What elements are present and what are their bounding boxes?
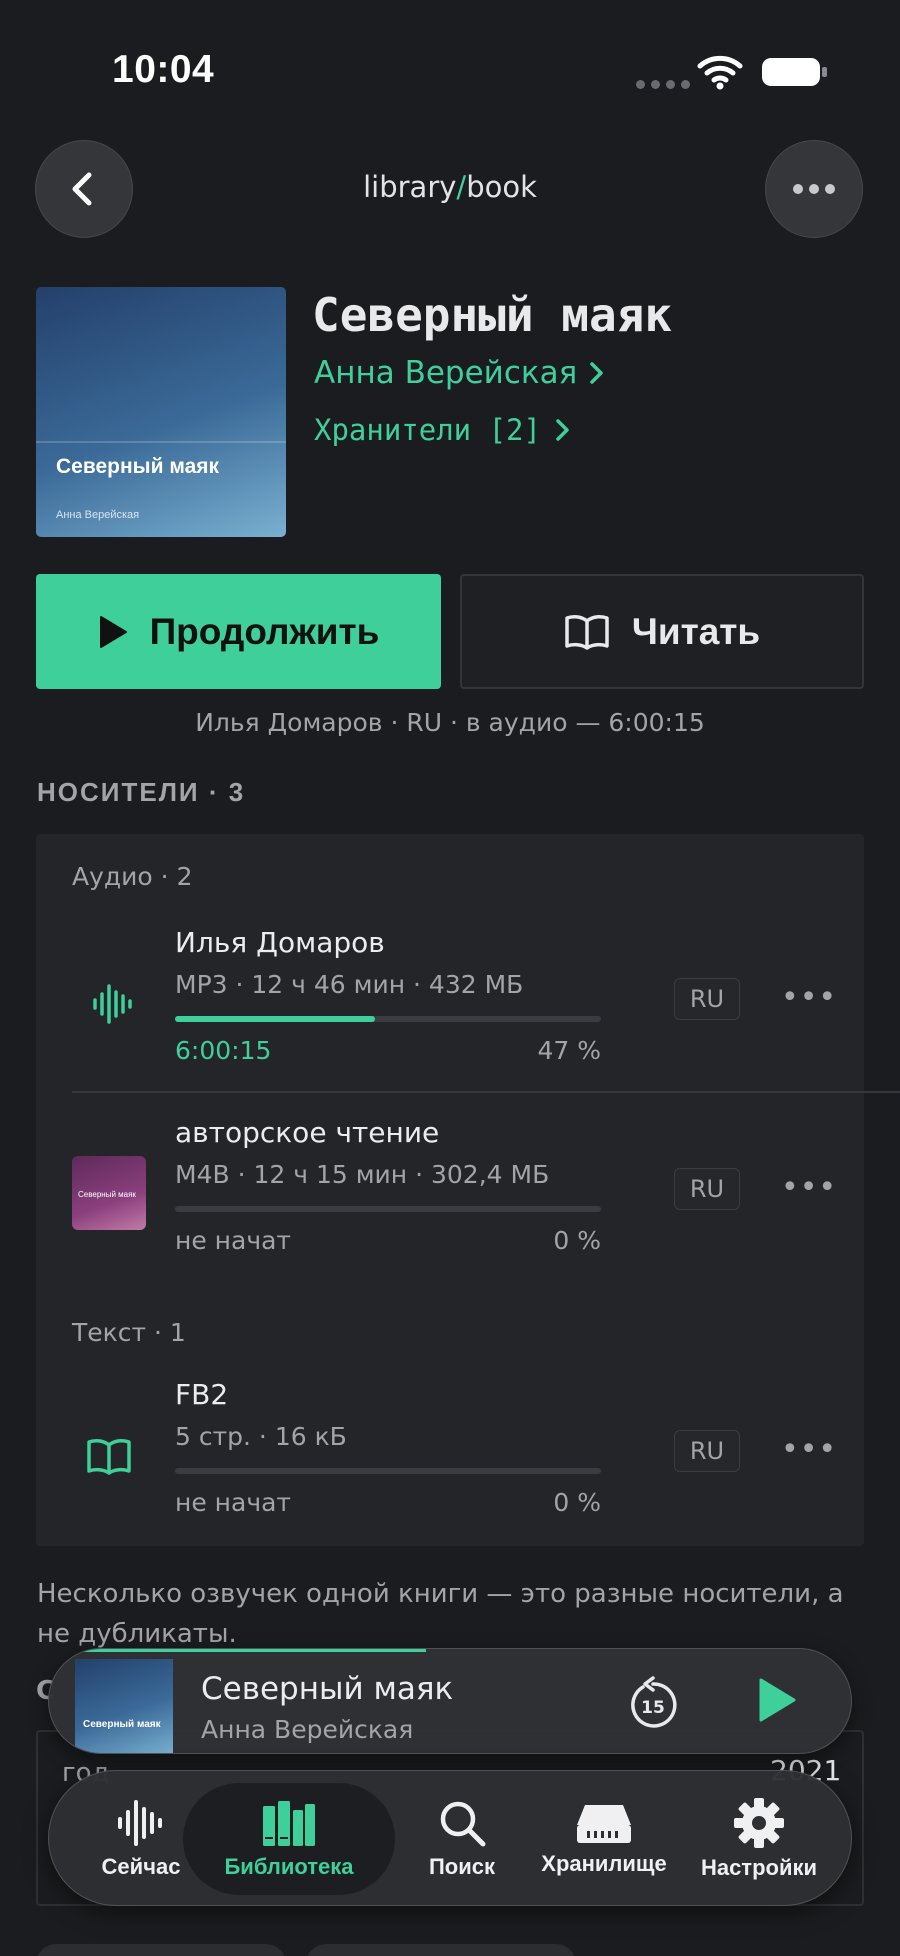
- media-row-position: 6:00:15: [175, 1036, 272, 1065]
- keepers-label: Хранители [2]: [314, 413, 541, 447]
- play-button[interactable]: [757, 1677, 797, 1727]
- breadcrumb-library[interactable]: library: [363, 170, 456, 204]
- tab-label: Настройки: [700, 1855, 818, 1880]
- mini-player-cover: Северный маяк: [75, 1659, 173, 1753]
- media-row[interactable]: Илья Домаров MP3 · 12 ч 46 мин · 432 МБ …: [36, 914, 864, 1114]
- media-row-progress: [175, 1468, 601, 1474]
- waveform-icon: [118, 1800, 162, 1846]
- gear-icon: [734, 1798, 784, 1848]
- media-row-cover: Северный маяк: [72, 1156, 146, 1230]
- media-row-title: FB2: [175, 1378, 229, 1411]
- tab-library[interactable]: Библиотека: [183, 1771, 395, 1907]
- skip-back-15-button[interactable]: 15: [627, 1675, 679, 1735]
- ellipsis-icon: [793, 184, 835, 194]
- tab-label: Сейчас: [101, 1854, 181, 1879]
- media-section-title: НОСИТЕЛИ · 3: [37, 777, 246, 807]
- waveform-icon: [92, 982, 132, 1030]
- group-label-audio: Аудио · 2: [72, 862, 193, 891]
- language-badge: RU: [674, 1168, 740, 1210]
- mini-cover-title: Северный маяк: [78, 1190, 136, 1199]
- status-time: 10:04: [112, 48, 215, 91]
- progress-fill: [175, 1016, 376, 1022]
- chip[interactable]: [306, 1944, 576, 1956]
- row-more-button[interactable]: •••: [781, 1170, 837, 1205]
- continue-label: Продолжить: [149, 610, 380, 652]
- tab-label: Библиотека: [224, 1854, 354, 1879]
- more-options-button[interactable]: [765, 140, 863, 238]
- author-name: Анна Верейская: [314, 355, 578, 391]
- book-open-icon: [565, 614, 609, 650]
- skip-seconds: 15: [641, 1698, 665, 1718]
- chevron-right-icon: [590, 362, 603, 384]
- breadcrumb-book: book: [466, 170, 537, 204]
- media-row-meta: M4B · 12 ч 15 мин · 302,4 МБ: [175, 1160, 550, 1189]
- wifi-icon: [696, 54, 744, 94]
- battery-icon: [760, 54, 830, 94]
- skip-back-icon: 15: [631, 1676, 677, 1728]
- play-icon: [99, 615, 127, 648]
- chevron-right-icon: [556, 419, 569, 441]
- language-badge: RU: [674, 978, 740, 1020]
- media-row-percent: 0 %: [553, 1488, 601, 1517]
- cover-author: Анна Верейская: [56, 509, 140, 521]
- storage-icon: [577, 1805, 631, 1843]
- media-row[interactable]: Северный маяк авторское чтение M4B · 12 …: [36, 1104, 864, 1304]
- book-open-icon: [86, 1438, 132, 1480]
- signal-dots-icon: [636, 80, 690, 89]
- tab-storage[interactable]: Хранилище: [509, 1771, 699, 1907]
- mini-player-cover-title: Северный маяк: [83, 1719, 161, 1730]
- media-row[interactable]: FB2 5 стр. · 16 кБ не начат 0 % RU •••: [36, 1368, 864, 1548]
- media-footnote: Несколько озвучек одной книги — это разн…: [37, 1579, 844, 1649]
- mini-player-title: Северный маяк: [201, 1671, 454, 1707]
- breadcrumb-separator: /: [456, 170, 467, 204]
- media-list-card: Аудио · 2 Илья Домаров MP3 · 12 ч 46 мин…: [36, 834, 900, 1548]
- cover-title: Северный маяк: [56, 455, 220, 478]
- book-title: Северный маяк: [312, 288, 673, 342]
- tab-search[interactable]: Поиск: [397, 1771, 527, 1907]
- row-more-button[interactable]: •••: [781, 1432, 837, 1467]
- books-icon: [263, 1801, 315, 1846]
- tab-settings[interactable]: Настройки: [681, 1771, 837, 1907]
- play-icon: [759, 1678, 796, 1722]
- mini-player-author: Анна Верейская: [201, 1715, 414, 1744]
- group-label-text: Текст · 1: [72, 1318, 186, 1347]
- media-row-progress: [175, 1016, 601, 1022]
- media-row-title: авторское чтение: [175, 1116, 440, 1149]
- tab-label: Поиск: [428, 1854, 496, 1879]
- search-icon: [440, 1801, 486, 1847]
- read-label: Читать: [631, 610, 761, 652]
- mini-player-progress: [49, 1649, 426, 1652]
- row-more-button[interactable]: •••: [781, 980, 837, 1015]
- media-row-percent: 47 %: [537, 1036, 601, 1065]
- media-row-meta: 5 стр. · 16 кБ: [175, 1422, 347, 1451]
- media-row-title: Илья Домаров: [175, 926, 385, 959]
- book-cover[interactable]: Северный маяк Анна Верейская: [36, 287, 286, 537]
- continue-button[interactable]: Продолжить: [36, 574, 441, 689]
- tab-bar: Сейчас Библиотека Поиск Хранилище Настро…: [48, 1770, 852, 1906]
- divider: [72, 1091, 900, 1093]
- media-row-meta: MP3 · 12 ч 46 мин · 432 МБ: [175, 970, 524, 999]
- media-row-percent: 0 %: [553, 1226, 601, 1255]
- mini-player[interactable]: Северный маяк Северный маяк Анна Верейск…: [48, 1648, 852, 1754]
- chip[interactable]: [36, 1944, 286, 1956]
- language-badge: RU: [674, 1430, 740, 1472]
- media-row-progress: [175, 1206, 601, 1212]
- media-row-position: не начат: [175, 1226, 291, 1255]
- resume-info: Илья Домаров · RU · в аудио — 6:00:15: [195, 708, 705, 737]
- author-link[interactable]: Анна Верейская: [314, 355, 605, 391]
- read-button[interactable]: Читать: [460, 574, 864, 689]
- media-row-position: не начат: [175, 1488, 291, 1517]
- tab-label: Хранилище: [541, 1851, 667, 1876]
- keepers-link[interactable]: Хранители [2]: [314, 413, 571, 447]
